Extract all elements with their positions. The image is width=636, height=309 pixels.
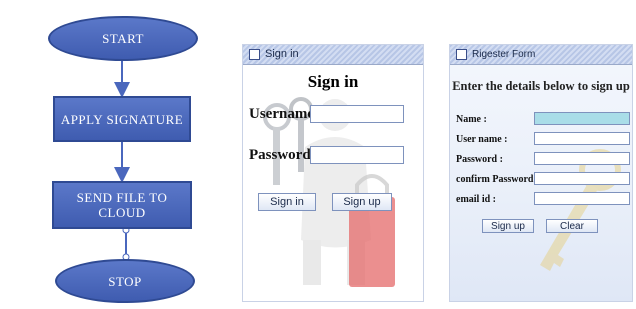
signin-window-title: Sign in	[265, 48, 299, 60]
confirm-password-label: confirm Password :	[456, 174, 540, 185]
register-window: Rigester Form Enter the details below to…	[449, 44, 633, 302]
password-input[interactable]	[534, 152, 630, 165]
window-icon	[249, 49, 260, 60]
signin-heading: Sign in	[307, 72, 359, 91]
signin-window: Sign in Sign in Username: Password: Sign…	[242, 44, 424, 302]
password-label: Password :	[456, 154, 503, 165]
email-label: email id :	[456, 194, 496, 205]
password-label: Password:	[249, 147, 316, 163]
register-titlebar[interactable]: Rigester Form	[450, 45, 632, 65]
username-label: Username:	[249, 106, 319, 122]
name-label: Name :	[456, 114, 487, 125]
clear-button[interactable]: Clear	[546, 219, 598, 233]
apply-signature-node: APPLY SIGNATURE	[53, 96, 191, 142]
email-input[interactable]	[534, 192, 630, 205]
send-file-node: SEND FILE TO CLOUD	[52, 181, 192, 229]
keys-illustration	[263, 97, 395, 287]
password-input[interactable]	[310, 146, 404, 164]
username-label: User name :	[456, 134, 508, 145]
start-node: START	[48, 16, 198, 61]
flowchart-panel: START APPLY SIGNATURE SEND FILE TO CLOUD…	[0, 0, 232, 309]
signup-button[interactable]: Sign up	[332, 193, 392, 211]
window-icon	[456, 49, 467, 60]
username-input[interactable]	[534, 132, 630, 145]
name-input[interactable]	[534, 112, 630, 125]
signup-button[interactable]: Sign up	[482, 219, 534, 233]
signin-button[interactable]: Sign in	[258, 193, 316, 211]
register-heading: Enter the details below to sign up	[452, 79, 630, 93]
register-window-title: Rigester Form	[472, 49, 536, 60]
username-input[interactable]	[310, 105, 404, 123]
confirm-password-input[interactable]	[534, 172, 630, 185]
stop-node: STOP	[55, 259, 195, 303]
signin-titlebar[interactable]: Sign in	[243, 45, 423, 65]
